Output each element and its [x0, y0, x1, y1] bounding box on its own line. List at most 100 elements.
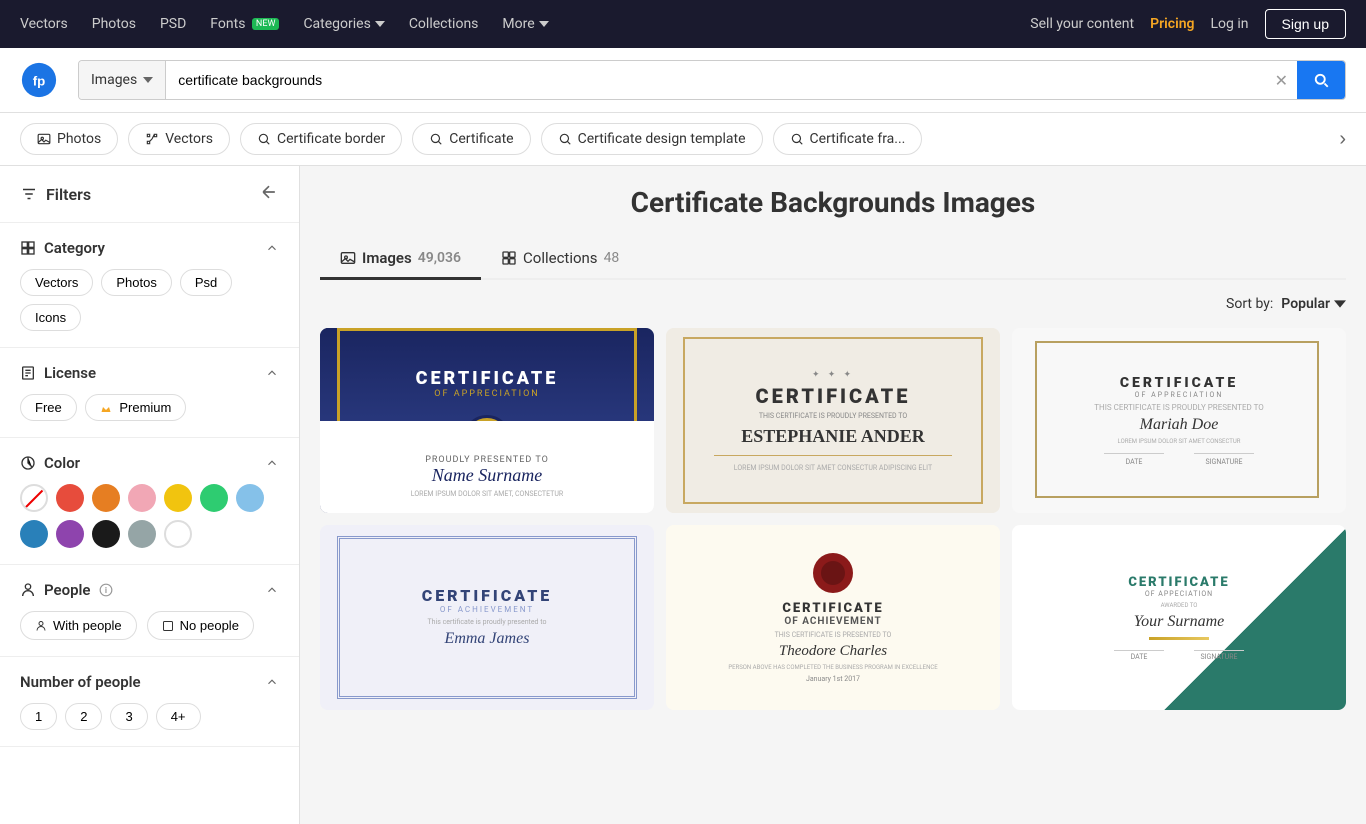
number-tag-3[interactable]: 3: [110, 703, 147, 730]
search-icon-cert3: [558, 132, 572, 146]
category-tag-psd[interactable]: Psd: [180, 269, 232, 296]
sort-select[interactable]: Popular: [1281, 296, 1346, 312]
category-tag-icons[interactable]: Icons: [20, 304, 81, 331]
search-input[interactable]: [166, 61, 1264, 99]
pricing-link[interactable]: Pricing: [1150, 16, 1194, 32]
top-nav: Vectors Photos PSD Fonts NEW Categories …: [0, 0, 1366, 48]
image-card-3[interactable]: CERTIFICATE OF APPRECIATION THIS CERTIFI…: [1012, 328, 1346, 513]
category-header[interactable]: Category: [20, 239, 279, 257]
collapse-icon: [259, 182, 279, 202]
filter-tab-certificate[interactable]: Certificate: [412, 123, 530, 155]
license-section: License Free Premium: [0, 348, 299, 438]
image-card-6[interactable]: CERTIFICATE OF APPECIATION AWARDED TO Yo…: [1012, 525, 1346, 710]
image-card-1[interactable]: CERTIFICATE OF APPRECIATION BESTAWARD PR…: [320, 328, 654, 513]
chevron-down-icon: [375, 19, 385, 29]
filter-tab-vectors[interactable]: Vectors: [128, 123, 230, 155]
number-tag-4plus[interactable]: 4+: [156, 703, 201, 730]
license-tags: Free Premium: [20, 394, 279, 421]
color-swatch-orange[interactable]: [92, 484, 120, 512]
no-person-icon: [162, 620, 174, 632]
no-people-button[interactable]: No people: [147, 611, 254, 640]
people-buttons: With people No people: [20, 611, 279, 640]
crown-icon: [100, 403, 112, 415]
search-wrapper: Images ✕: [78, 60, 1346, 100]
number-tag-1[interactable]: 1: [20, 703, 57, 730]
nav-collections[interactable]: Collections: [409, 16, 479, 32]
search-submit-button[interactable]: [1297, 61, 1345, 99]
new-badge: NEW: [252, 18, 280, 30]
sidebar-collapse-button[interactable]: [259, 182, 279, 206]
color-header[interactable]: Color: [20, 454, 279, 472]
filter-tab-cert-fra[interactable]: Certificate fra...: [773, 123, 923, 155]
vectors-icon: [145, 132, 159, 146]
image-grid: CERTIFICATE OF APPRECIATION BESTAWARD PR…: [320, 328, 1346, 710]
search-icon-cert4: [790, 132, 804, 146]
filter-tabs: Photos Vectors Certificate border Certif…: [0, 113, 1366, 166]
chevron-up-icon-numpeople: [265, 675, 279, 689]
main-layout: Filters Category Vectors Photos Psd Icon…: [0, 166, 1366, 824]
color-swatch-green[interactable]: [200, 484, 228, 512]
nav-psd[interactable]: PSD: [160, 16, 186, 32]
filter-tab-certificate-border[interactable]: Certificate border: [240, 123, 402, 155]
sidebar: Filters Category Vectors Photos Psd Icon…: [0, 166, 300, 824]
nav-more[interactable]: More: [502, 16, 548, 32]
with-people-button[interactable]: With people: [20, 611, 137, 640]
people-header[interactable]: People i: [20, 581, 279, 599]
number-people-header[interactable]: Number of people: [20, 673, 279, 691]
search-bar: fp Images ✕: [0, 48, 1366, 113]
license-header[interactable]: License: [20, 364, 279, 382]
logo[interactable]: fp: [20, 61, 58, 99]
dropdown-arrow-icon: [143, 77, 153, 83]
color-swatch-yellow[interactable]: [164, 484, 192, 512]
search-type-selector[interactable]: Images: [79, 61, 166, 99]
filter-tab-cert-design[interactable]: Certificate design template: [541, 123, 763, 155]
color-swatch-black[interactable]: [92, 520, 120, 548]
color-swatch-purple[interactable]: [56, 520, 84, 548]
tab-collections[interactable]: Collections 48: [481, 239, 639, 280]
image-card-4[interactable]: CERTIFICATE OF ACHIEVEMENT This certific…: [320, 525, 654, 710]
image-card-2[interactable]: ✦ ✦ ✦ CERTIFICATE THIS CERTIFICATE IS PR…: [666, 328, 1000, 513]
color-swatch-none[interactable]: [20, 484, 48, 512]
license-tag-premium[interactable]: Premium: [85, 394, 187, 421]
signup-button[interactable]: Sign up: [1265, 9, 1346, 39]
color-title: Color: [20, 454, 80, 472]
nav-vectors[interactable]: Vectors: [20, 16, 68, 32]
page-title: Certificate Backgrounds Images: [320, 186, 1346, 219]
nav-fonts[interactable]: Fonts NEW: [210, 16, 279, 32]
card-4-overlay: [320, 525, 654, 710]
images-count: 49,036: [418, 250, 461, 266]
number-tag-2[interactable]: 2: [65, 703, 102, 730]
person-icon: [35, 620, 47, 632]
sell-content-link[interactable]: Sell your content: [1030, 16, 1134, 32]
chevron-up-icon-people: [265, 583, 279, 597]
color-swatch-pink[interactable]: [128, 484, 156, 512]
category-tag-photos[interactable]: Photos: [101, 269, 171, 296]
tab-images[interactable]: Images 49,036: [320, 239, 481, 280]
category-section: Category Vectors Photos Psd Icons: [0, 223, 299, 348]
filter-tabs-next-button[interactable]: ›: [1339, 128, 1346, 151]
category-tag-vectors[interactable]: Vectors: [20, 269, 93, 296]
filter-icon: [20, 185, 38, 203]
card-6-overlay: [1012, 525, 1346, 710]
color-swatch-lightblue[interactable]: [236, 484, 264, 512]
nav-categories[interactable]: Categories: [303, 16, 384, 32]
svg-text:i: i: [104, 585, 106, 595]
filter-tab-photos[interactable]: Photos: [20, 123, 118, 155]
color-swatch-white[interactable]: [164, 520, 192, 548]
search-clear-button[interactable]: ✕: [1265, 61, 1298, 99]
nav-photos[interactable]: Photos: [92, 16, 136, 32]
people-icon: [20, 582, 36, 598]
image-card-5[interactable]: CERTIFICATE OF ACHIEVEMENT THIS CERTIFIC…: [666, 525, 1000, 710]
sidebar-title: Filters: [20, 185, 91, 204]
people-section: People i With people No people: [0, 565, 299, 657]
collections-tab-icon: [501, 250, 517, 266]
color-section: Color: [0, 438, 299, 565]
color-swatch-gray[interactable]: [128, 520, 156, 548]
card-2-overlay: [666, 328, 1000, 513]
license-tag-free[interactable]: Free: [20, 394, 77, 421]
color-swatch-red[interactable]: [56, 484, 84, 512]
login-link[interactable]: Log in: [1211, 16, 1249, 32]
category-tags: Vectors Photos Psd Icons: [20, 269, 279, 331]
color-swatch-blue[interactable]: [20, 520, 48, 548]
search-icon: [1312, 71, 1330, 89]
